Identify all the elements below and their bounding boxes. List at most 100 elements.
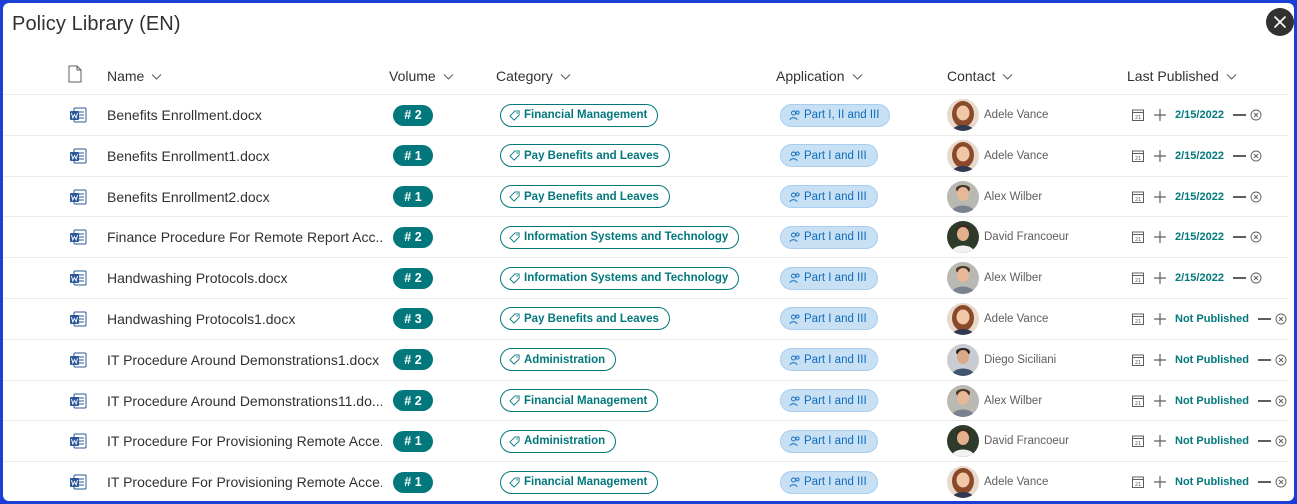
minus-icon[interactable] bbox=[1257, 440, 1271, 443]
category-tag[interactable]: Information Systems and Technology bbox=[500, 266, 740, 290]
clear-circle-icon[interactable] bbox=[1275, 435, 1287, 447]
plus-icon[interactable] bbox=[1153, 190, 1167, 204]
document-name-link[interactable]: IT Procedure Around Demonstrations11.do.… bbox=[107, 381, 382, 421]
contact-cell[interactable]: David Francoeur bbox=[947, 421, 1069, 461]
plus-icon[interactable] bbox=[1153, 230, 1167, 244]
plus-icon[interactable] bbox=[1153, 475, 1167, 489]
document-name-link[interactable]: IT Procedure Around Demonstrations1.docx bbox=[107, 340, 382, 380]
minus-icon[interactable] bbox=[1257, 481, 1271, 484]
plus-icon[interactable] bbox=[1153, 271, 1167, 285]
application-tag[interactable]: Part I and III bbox=[780, 225, 878, 249]
minus-icon[interactable] bbox=[1232, 154, 1246, 157]
calendar-icon[interactable]: 21 bbox=[1131, 271, 1145, 285]
clear-circle-icon[interactable] bbox=[1250, 272, 1262, 284]
minus-icon[interactable] bbox=[1232, 195, 1246, 198]
category-tag[interactable]: Financial Management bbox=[500, 470, 659, 494]
minus-icon[interactable] bbox=[1232, 236, 1246, 239]
column-header-last-published[interactable]: Last Published bbox=[1127, 68, 1237, 84]
application-tag[interactable]: Part I and III bbox=[780, 144, 878, 168]
contact-cell[interactable]: Adele Vance bbox=[947, 299, 1048, 339]
clear-circle-icon[interactable] bbox=[1275, 395, 1287, 407]
close-button[interactable] bbox=[1266, 8, 1294, 36]
document-name-link[interactable]: IT Procedure For Provisioning Remote Acc… bbox=[107, 462, 382, 501]
table-row[interactable]: Finance Procedure For Remote Report Acc.… bbox=[3, 217, 1288, 259]
clear-circle-icon[interactable] bbox=[1250, 191, 1262, 203]
calendar-icon[interactable]: 21 bbox=[1131, 190, 1145, 204]
category-tag[interactable]: Financial Management bbox=[500, 389, 659, 413]
file-type-icon[interactable] bbox=[68, 65, 82, 83]
application-tag[interactable]: Part I and III bbox=[780, 266, 878, 290]
document-name-link[interactable]: Benefits Enrollment2.docx bbox=[107, 177, 382, 217]
document-name-link[interactable]: Handwashing Protocols.docx bbox=[107, 258, 382, 298]
clear-circle-icon[interactable] bbox=[1250, 109, 1262, 121]
plus-icon[interactable] bbox=[1153, 108, 1167, 122]
table-row[interactable]: IT Procedure Around Demonstrations11.do.… bbox=[3, 381, 1288, 422]
calendar-icon[interactable]: 21 bbox=[1131, 394, 1145, 408]
contact-cell[interactable]: Adele Vance bbox=[947, 136, 1048, 176]
table-row[interactable]: IT Procedure For Provisioning Remote Acc… bbox=[3, 462, 1288, 501]
application-tag[interactable]: Part I and III bbox=[780, 348, 878, 372]
plus-icon[interactable] bbox=[1153, 394, 1167, 408]
category-tag[interactable]: Administration bbox=[500, 429, 617, 453]
calendar-icon[interactable]: 21 bbox=[1131, 149, 1145, 163]
plus-icon[interactable] bbox=[1153, 312, 1167, 326]
calendar-icon[interactable]: 21 bbox=[1131, 475, 1145, 489]
calendar-icon[interactable]: 21 bbox=[1131, 353, 1145, 367]
minus-icon[interactable] bbox=[1257, 358, 1271, 361]
clear-circle-icon[interactable] bbox=[1250, 231, 1262, 243]
application-tag[interactable]: Part I and III bbox=[780, 470, 878, 494]
table-row[interactable]: IT Procedure Around Demonstrations1.docx… bbox=[3, 340, 1288, 381]
document-name-link[interactable]: IT Procedure For Provisioning Remote Acc… bbox=[107, 421, 382, 461]
application-tag[interactable]: Part I, II and III bbox=[780, 103, 891, 127]
clear-circle-icon[interactable] bbox=[1275, 313, 1287, 325]
column-header-category[interactable]: Category bbox=[496, 68, 571, 84]
calendar-icon[interactable]: 21 bbox=[1131, 230, 1145, 244]
contact-cell[interactable]: Alex Wilber bbox=[947, 381, 1042, 421]
category-tag[interactable]: Pay Benefits and Leaves bbox=[500, 185, 670, 209]
contact-name: David Francoeur bbox=[984, 231, 1070, 244]
plus-icon[interactable] bbox=[1153, 434, 1167, 448]
document-name-link[interactable]: Finance Procedure For Remote Report Acc.… bbox=[107, 217, 382, 257]
contact-cell[interactable]: David Francoeur bbox=[947, 217, 1069, 257]
calendar-icon[interactable]: 21 bbox=[1131, 434, 1145, 448]
application-tag[interactable]: Part I and III bbox=[780, 429, 878, 453]
contact-cell[interactable]: Alex Wilber bbox=[947, 258, 1042, 298]
minus-icon[interactable] bbox=[1232, 114, 1246, 116]
document-name-link[interactable]: Handwashing Protocols1.docx bbox=[107, 299, 382, 339]
category-tag[interactable]: Financial Management bbox=[500, 103, 659, 127]
category-tag[interactable]: Information Systems and Technology bbox=[500, 225, 740, 249]
plus-icon[interactable] bbox=[1153, 149, 1167, 163]
application-tag[interactable]: Part I and III bbox=[780, 307, 878, 331]
category-tag[interactable]: Pay Benefits and Leaves bbox=[500, 307, 670, 331]
table-row[interactable]: Benefits Enrollment2.docx # 1 Pay Benefi… bbox=[3, 177, 1288, 218]
table-row[interactable]: Benefits Enrollment1.docx # 1 Pay Benefi… bbox=[3, 136, 1288, 177]
application-tag[interactable]: Part I and III bbox=[780, 185, 878, 209]
table-row[interactable]: Handwashing Protocols1.docx # 3 Pay Bene… bbox=[3, 299, 1288, 340]
contact-cell[interactable]: Adele Vance bbox=[947, 462, 1048, 501]
column-header-name[interactable]: Name bbox=[107, 68, 162, 84]
column-header-contact[interactable]: Contact bbox=[947, 68, 1013, 84]
category-tag[interactable]: Pay Benefits and Leaves bbox=[500, 144, 670, 168]
application-tag[interactable]: Part I and III bbox=[780, 389, 878, 413]
table-row[interactable]: Handwashing Protocols.docx # 2 Informati… bbox=[3, 258, 1288, 299]
clear-circle-icon[interactable] bbox=[1250, 150, 1262, 162]
column-header-volume[interactable]: Volume bbox=[389, 68, 454, 84]
category-tag[interactable]: Administration bbox=[500, 348, 617, 372]
clear-circle-icon[interactable] bbox=[1275, 476, 1287, 488]
tag-icon bbox=[509, 232, 520, 243]
minus-icon[interactable] bbox=[1257, 399, 1271, 402]
minus-icon[interactable] bbox=[1232, 277, 1246, 280]
clear-circle-icon[interactable] bbox=[1275, 354, 1287, 366]
table-row[interactable]: IT Procedure For Provisioning Remote Acc… bbox=[3, 421, 1288, 463]
table-row[interactable]: Benefits Enrollment.docx # 2 Financial M… bbox=[3, 95, 1288, 136]
document-name-link[interactable]: Benefits Enrollment1.docx bbox=[107, 136, 382, 176]
contact-cell[interactable]: Adele Vance bbox=[947, 95, 1048, 135]
minus-icon[interactable] bbox=[1257, 317, 1271, 320]
plus-icon[interactable] bbox=[1153, 353, 1167, 367]
calendar-icon[interactable]: 21 bbox=[1131, 312, 1145, 326]
contact-cell[interactable]: Diego Siciliani bbox=[947, 340, 1056, 380]
document-name-link[interactable]: Benefits Enrollment.docx bbox=[107, 95, 382, 135]
column-header-application[interactable]: Application bbox=[776, 68, 863, 84]
contact-cell[interactable]: Alex Wilber bbox=[947, 177, 1042, 217]
calendar-icon[interactable]: 21 bbox=[1131, 108, 1145, 122]
